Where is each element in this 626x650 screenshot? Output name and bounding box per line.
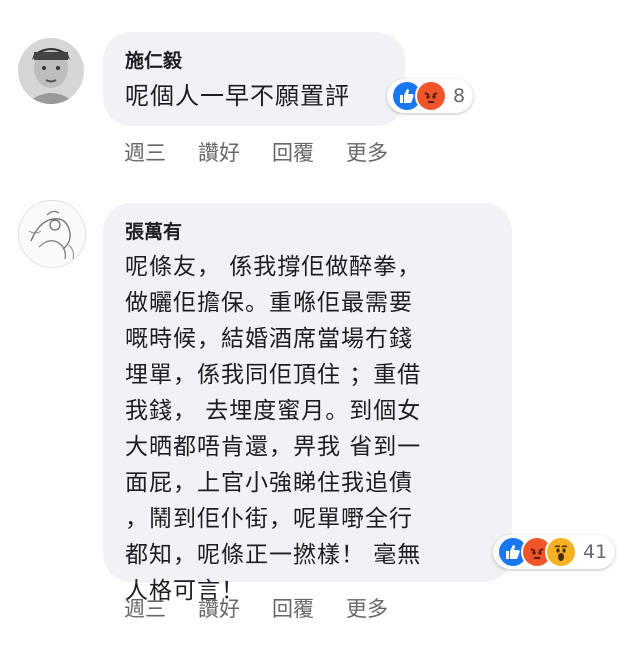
wow-icon [545, 536, 577, 568]
comment-author[interactable]: 張萬有 [125, 217, 182, 244]
avatar[interactable] [18, 38, 84, 104]
reaction-summary[interactable]: 8 [387, 79, 474, 113]
like-button[interactable]: 讚好 [198, 137, 240, 167]
comment-timestamp[interactable]: 週三 [124, 137, 166, 167]
avatar[interactable] [18, 200, 86, 268]
reply-button[interactable]: 回覆 [272, 593, 314, 623]
reaction-count: 8 [453, 85, 466, 107]
comment-author[interactable]: 施仁毅 [125, 46, 182, 73]
reaction-count: 41 [583, 541, 608, 563]
reply-button[interactable]: 回覆 [272, 137, 314, 167]
comment-bubble: 施仁毅 呢個人一早不願置評 [103, 32, 405, 126]
comment-timestamp[interactable]: 週三 [124, 593, 166, 623]
comment-text: 呢條友， 係我撐佢做醉拳， 做曬佢擔保。重喺佢最需要 嘅時候，結婚酒席當場冇錢 … [125, 254, 422, 604]
comment-actions: 週三 讚好 回覆 更多 [124, 593, 420, 623]
like-button[interactable]: 讚好 [198, 593, 240, 623]
comment-bubble: 張萬有 呢條友， 係我撐佢做醉拳， 做曬佢擔保。重喺佢最需要 嘅時候，結婚酒席當… [103, 203, 512, 604]
comment-text: 呢個人一早不願置評 [125, 82, 350, 110]
reaction-summary[interactable]: 41 [493, 535, 616, 569]
angry-icon [415, 80, 447, 112]
more-button[interactable]: 更多 [346, 593, 388, 623]
more-button[interactable]: 更多 [346, 137, 388, 167]
comment-actions: 週三 讚好 回覆 更多 [124, 137, 420, 167]
